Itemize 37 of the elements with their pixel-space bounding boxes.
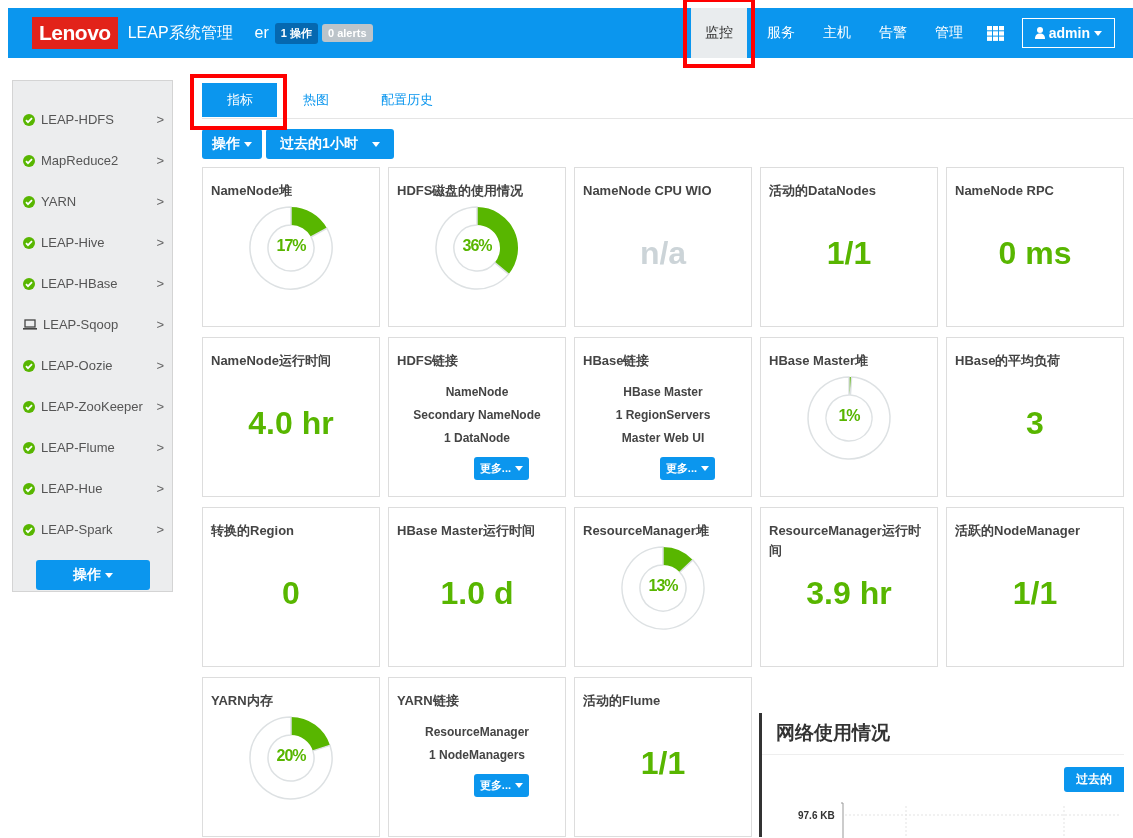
app-title: LEAP系统管理: [127, 22, 233, 43]
usage-percent: 13%: [647, 577, 679, 595]
card-title: 转换的Region: [211, 522, 296, 540]
card-title: NameNode CPU WIO: [583, 182, 713, 200]
metric-value: 1/1: [826, 235, 872, 272]
usage-percent: 17%: [275, 237, 307, 255]
metric-value: 3.9 hr: [806, 575, 892, 612]
card-title: HBase的平均负荷: [955, 352, 1062, 370]
card-title: YARN内存: [211, 692, 274, 710]
metric-value: 1/1: [1012, 575, 1058, 612]
card-title: YARN链接: [397, 692, 460, 710]
card-title: HDFS链接: [397, 352, 460, 370]
card-title: HBase Master堆: [769, 352, 869, 370]
card-title: ResourceManager运行时间: [769, 522, 922, 560]
metric-value: 3: [1026, 405, 1044, 442]
card-title: NameNode RPC: [955, 182, 1055, 200]
usage-percent: 36%: [461, 237, 493, 255]
metric-value: 4.0 hr: [248, 405, 334, 442]
card-title: 活动的DataNodes: [769, 182, 877, 200]
card-title: NameNode堆: [211, 182, 293, 200]
card-title: HDFS磁盘的使用情况: [397, 182, 525, 200]
card-title: NameNode运行时间: [211, 352, 332, 370]
panel-title: 网络使用情况: [762, 713, 1124, 755]
card-title: HBase链接: [583, 352, 651, 370]
card-title: 活动的Flume: [583, 692, 662, 710]
logo: Lenovo: [32, 17, 118, 49]
metric-value: 1.0 d: [440, 575, 514, 612]
usage-percent: 1%: [837, 407, 861, 425]
card-title: HBase Master运行时间: [397, 522, 536, 540]
axis-label: 97.6 KB: [798, 810, 835, 821]
card-title: ResourceManager堆: [583, 522, 710, 540]
usage-percent: 20%: [275, 747, 307, 765]
metric-value: 0: [282, 575, 300, 612]
card-title: 活跃的NodeManager: [955, 522, 1081, 540]
cluster-name: er: [254, 24, 269, 42]
metric-value: 1/1: [640, 745, 686, 782]
metric-value: 0 ms: [998, 235, 1072, 272]
